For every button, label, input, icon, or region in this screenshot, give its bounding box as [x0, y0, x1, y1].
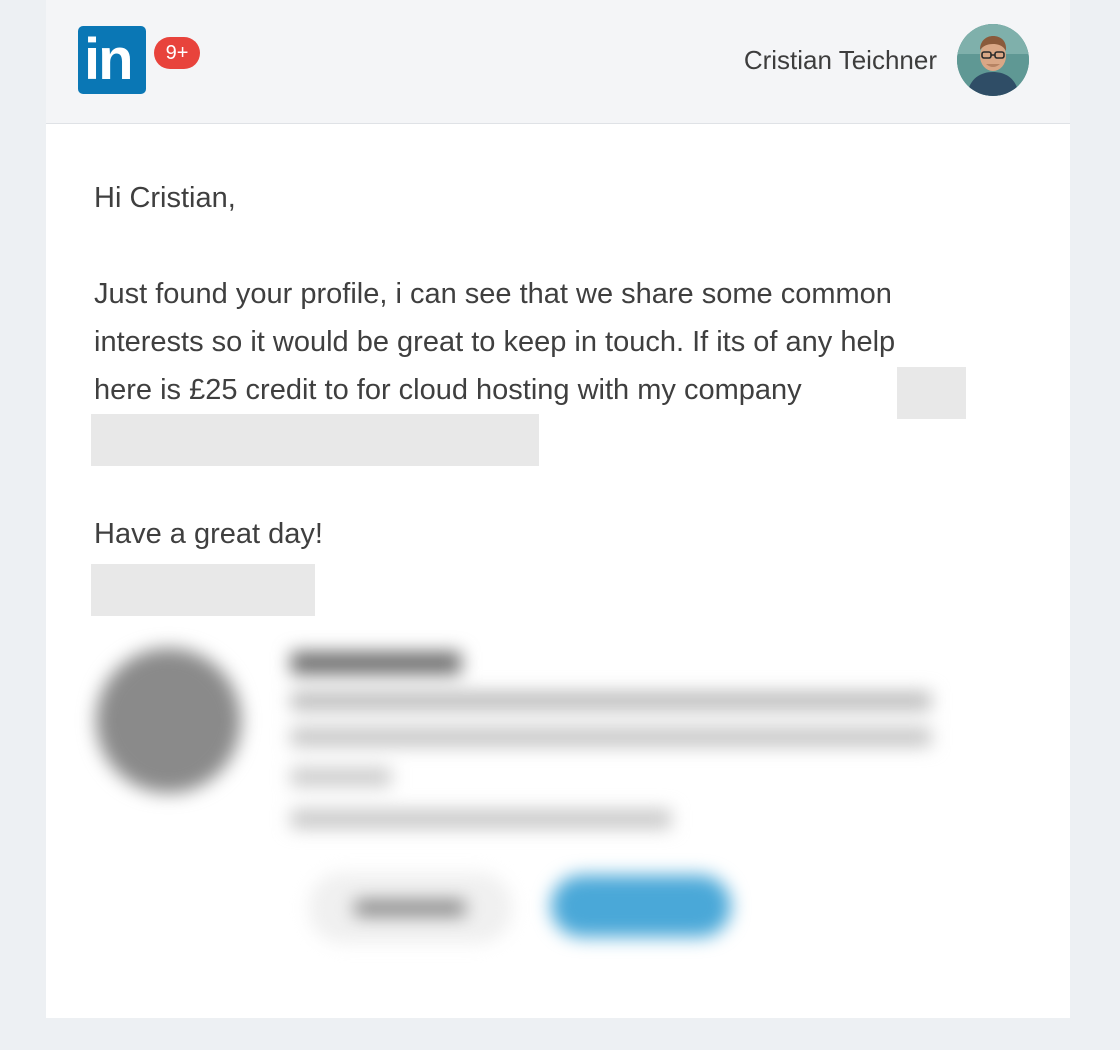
avatar-portrait-icon: [957, 24, 1029, 96]
notification-badge[interactable]: 9+: [154, 37, 200, 69]
blurred-text-line: [291, 810, 671, 828]
message-body: Hi Cristian, Just found your profile, i …: [94, 174, 1014, 558]
message-line: interests so it would be great to keep i…: [94, 326, 896, 358]
user-avatar[interactable]: [957, 24, 1029, 96]
greeting: Hi Cristian,: [94, 182, 236, 214]
blurred-sender-card: [76, 620, 976, 980]
linkedin-logo-icon[interactable]: in 9+: [78, 26, 200, 94]
message-line: here is £25 credit to for cloud hosting …: [94, 374, 802, 406]
blurred-name: [291, 652, 461, 674]
redacted-company-name: [897, 367, 966, 419]
logo-text: in: [84, 27, 134, 92]
closing: Have a great day!: [94, 518, 323, 550]
blurred-button-label: [355, 901, 465, 915]
blurred-primary-button[interactable]: [551, 875, 731, 937]
email-card: in 9+ Cristian Teichner Hi Cristian, Jus…: [46, 0, 1070, 1018]
message-line: Just found your profile, i can see that …: [94, 278, 892, 310]
email-header: in 9+ Cristian Teichner: [46, 0, 1070, 124]
blurred-secondary-button[interactable]: [311, 875, 510, 941]
blurred-text-line: [291, 768, 391, 786]
blurred-avatar: [96, 648, 241, 793]
blurred-text-line: [291, 692, 931, 710]
user-name[interactable]: Cristian Teichner: [744, 42, 937, 78]
redacted-link: [91, 414, 539, 466]
blurred-text-line: [291, 728, 931, 746]
redacted-signature: [91, 564, 315, 616]
